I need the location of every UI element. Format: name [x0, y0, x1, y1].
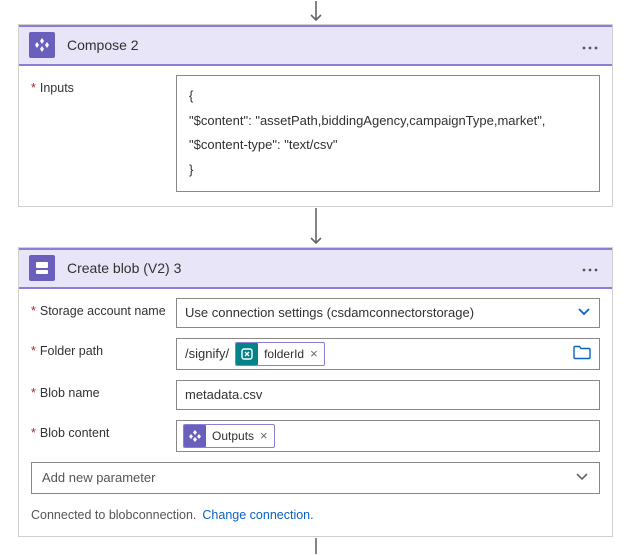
compose-menu-icon[interactable]: [578, 34, 602, 57]
outputs-token[interactable]: Outputs ×: [183, 424, 275, 448]
folder-picker-icon[interactable]: [573, 345, 591, 362]
inputs-field[interactable]: { "$content": "assetPath,biddingAgency,c…: [176, 75, 600, 192]
storage-account-select[interactable]: Use connection settings (csdamconnectors…: [176, 298, 600, 328]
blob-name-label: Blob name: [31, 380, 176, 410]
connector-arrow-mid: [18, 207, 613, 247]
remove-token-icon[interactable]: ×: [310, 346, 318, 361]
remove-token-icon[interactable]: ×: [260, 428, 268, 443]
blob-icon: [29, 255, 55, 281]
folder-path-label: Folder path: [31, 338, 176, 370]
folder-path-prefix: /signify/: [183, 344, 231, 363]
add-new-parameter-select[interactable]: Add new parameter: [31, 462, 600, 494]
connection-status-text: Connected to blobconnection.: [31, 508, 196, 522]
connector-arrow-top: [18, 0, 613, 24]
blob-name-input[interactable]: metadata.csv: [176, 380, 600, 410]
change-connection-link[interactable]: Change connection.: [202, 508, 313, 522]
storage-account-label: Storage account name: [31, 298, 176, 328]
create-blob-header[interactable]: Create blob (V2) 3: [19, 248, 612, 288]
folderid-token[interactable]: folderId ×: [235, 342, 325, 366]
create-blob-menu-icon[interactable]: [578, 256, 602, 279]
connection-footer: Connected to blobconnection. Change conn…: [31, 508, 600, 522]
compose-icon: [29, 32, 55, 58]
compose-card: Compose 2 Inputs { "$content": "assetPat…: [18, 24, 613, 207]
folderid-token-label: folderId: [264, 347, 304, 361]
compose-title: Compose 2: [67, 37, 578, 53]
chevron-down-icon: [575, 469, 589, 486]
variable-icon: [236, 343, 258, 365]
storage-account-value: Use connection settings (csdamconnectors…: [185, 305, 474, 320]
outputs-token-label: Outputs: [212, 429, 254, 443]
compose-header[interactable]: Compose 2: [19, 25, 612, 65]
inputs-label: Inputs: [31, 75, 176, 192]
blob-content-input[interactable]: Outputs ×: [176, 420, 600, 452]
blob-content-label: Blob content: [31, 420, 176, 452]
compose-token-icon: [184, 425, 206, 447]
chevron-down-icon: [577, 304, 591, 321]
connector-arrow-bottom: [18, 537, 613, 555]
add-new-parameter-label: Add new parameter: [42, 470, 155, 485]
create-blob-title: Create blob (V2) 3: [67, 260, 578, 276]
folder-path-input[interactable]: /signify/ folderId ×: [176, 338, 600, 370]
create-blob-card: Create blob (V2) 3 Storage account name …: [18, 247, 613, 537]
